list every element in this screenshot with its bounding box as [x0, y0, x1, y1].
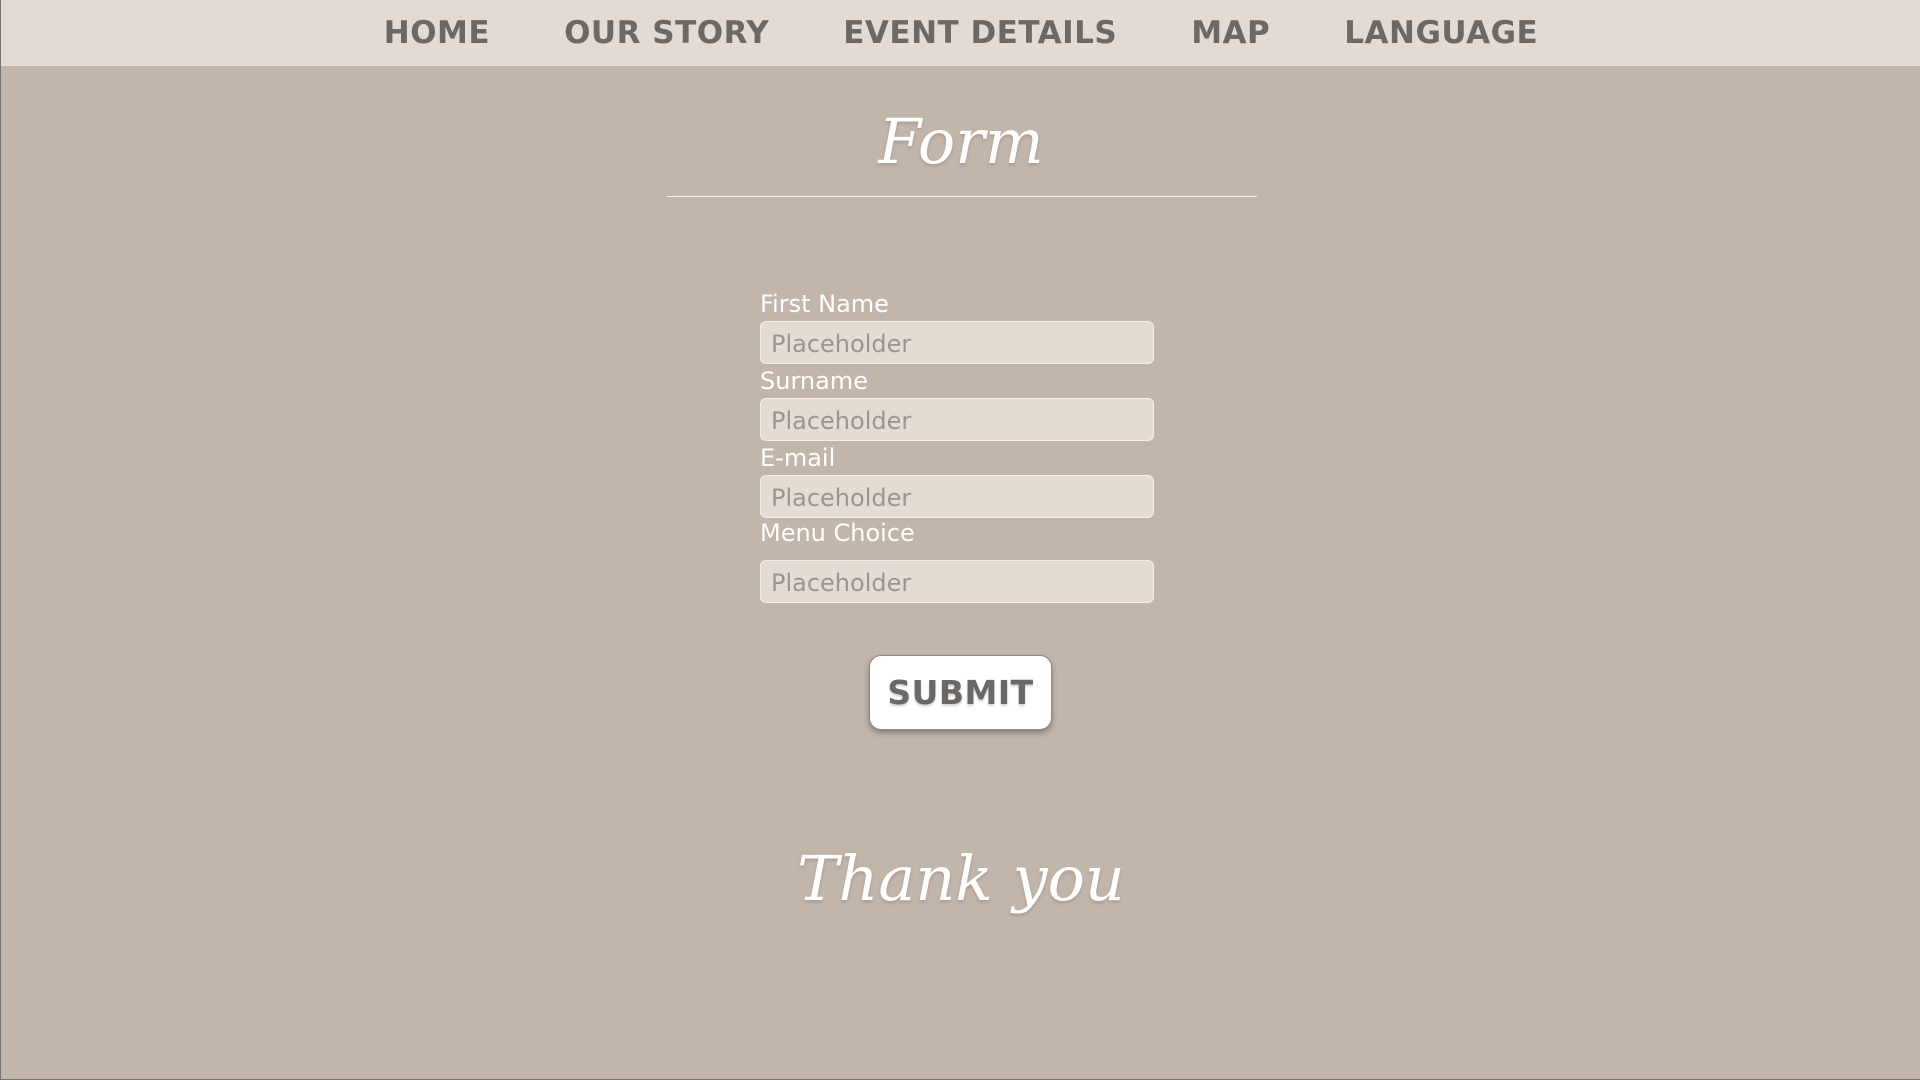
menu-choice-label: Menu Choice	[760, 519, 915, 547]
rsvp-form: First Name Surname E-mail Menu Choice	[760, 287, 1154, 603]
page: HOME OUR STORY EVENT DETAILS MAP LANGUAG…	[0, 0, 1920, 1080]
menu-choice-input[interactable]	[760, 560, 1154, 603]
surname-input[interactable]	[760, 398, 1154, 441]
nav-item-home[interactable]: HOME	[384, 15, 490, 51]
form-title: Form	[878, 105, 1044, 178]
email-input[interactable]	[760, 475, 1154, 518]
first-name-input[interactable]	[760, 321, 1154, 364]
nav-item-event-details[interactable]: EVENT DETAILS	[843, 15, 1117, 51]
surname-label: Surname	[760, 367, 868, 395]
top-navigation: HOME OUR STORY EVENT DETAILS MAP LANGUAG…	[1, 0, 1920, 66]
submit-wrapper: SUBMIT	[869, 655, 1052, 730]
nav-list: HOME OUR STORY EVENT DETAILS MAP LANGUAG…	[384, 15, 1538, 51]
nav-item-language[interactable]: LANGUAGE	[1344, 15, 1538, 51]
first-name-label: First Name	[760, 290, 889, 318]
email-label: E-mail	[760, 444, 836, 472]
nav-item-map[interactable]: MAP	[1191, 15, 1270, 51]
title-divider	[667, 196, 1257, 197]
thank-you-text: Thank you	[797, 842, 1125, 915]
nav-item-our-story[interactable]: OUR STORY	[564, 15, 769, 51]
submit-button[interactable]: SUBMIT	[869, 655, 1052, 730]
